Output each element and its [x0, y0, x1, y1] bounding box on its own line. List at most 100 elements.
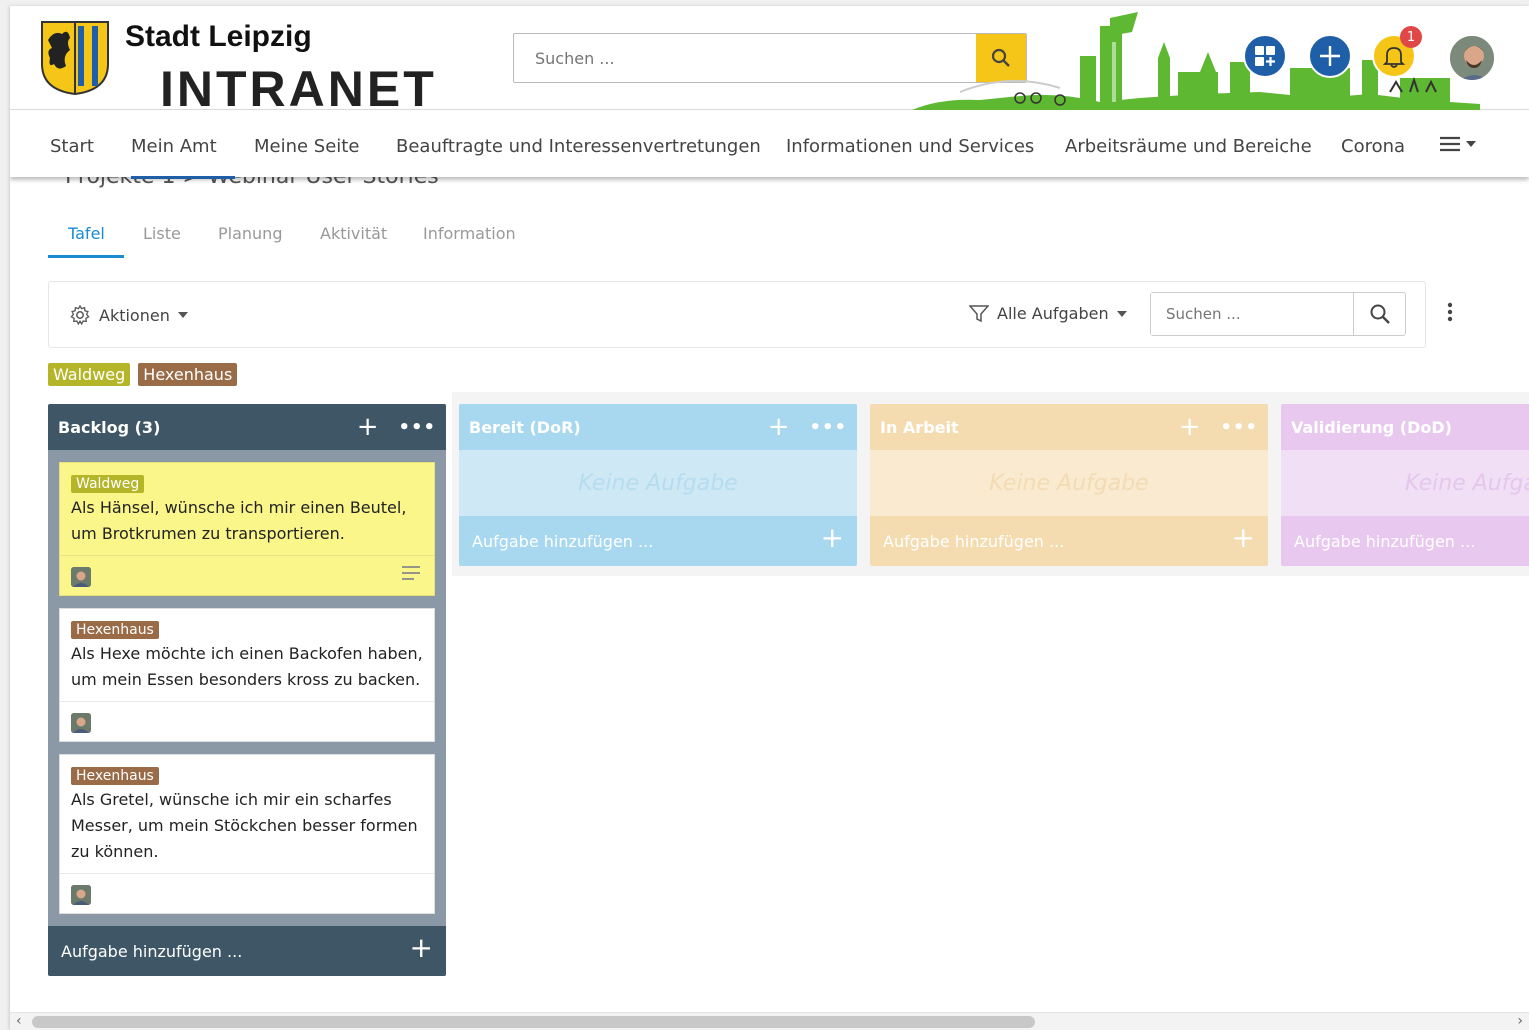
more-horizontal-icon[interactable]: •••: [809, 417, 847, 438]
nav-more-menu[interactable]: [1440, 136, 1476, 152]
more-vertical-icon: [1447, 302, 1453, 322]
task-card[interactable]: Hexenhaus Als Hexe möchte ich einen Back…: [59, 608, 435, 742]
column-title[interactable]: Bereit (DoR): [469, 418, 768, 437]
column-title[interactable]: In Arbeit: [880, 418, 1179, 437]
board-search-button[interactable]: [1353, 293, 1405, 335]
label-filter-row: Waldweg Hexenhaus: [48, 363, 238, 386]
card-label: Waldweg: [71, 475, 145, 493]
create-button[interactable]: [1308, 34, 1352, 78]
bell-icon: [1382, 47, 1406, 68]
notification-badge: 1: [1400, 26, 1422, 48]
gear-icon: [70, 304, 90, 326]
city-crest-icon[interactable]: [40, 20, 110, 96]
add-task-footer[interactable]: Aufgabe hinzufügen ... +: [459, 516, 857, 566]
add-task-footer[interactable]: Aufgabe hinzufügen ...: [1281, 516, 1529, 566]
nav-item-informationen[interactable]: Informationen und Services: [786, 136, 1034, 157]
apps-add-button[interactable]: [1243, 34, 1287, 78]
empty-column-placeholder: Keine Aufga: [1281, 450, 1529, 516]
more-horizontal-icon[interactable]: •••: [398, 417, 436, 438]
more-horizontal-icon[interactable]: •••: [1220, 417, 1258, 438]
plus-icon[interactable]: +: [1232, 524, 1255, 552]
add-task-footer[interactable]: Aufgabe hinzufügen ... +: [870, 516, 1268, 566]
column-title[interactable]: Validierung (DoD): [1291, 418, 1529, 437]
nav-item-corona[interactable]: Corona: [1341, 136, 1405, 157]
add-task-label: Aufgabe hinzufügen ...: [1294, 531, 1476, 551]
column-validation: Validierung (DoD) Keine Aufga Aufgabe hi…: [1281, 404, 1529, 566]
horizontal-scrollbar[interactable]: ‹ ›: [10, 1012, 1529, 1030]
board-search-input[interactable]: [1151, 293, 1353, 335]
add-task-plus-icon[interactable]: +: [768, 414, 790, 440]
add-task-plus-icon[interactable]: +: [357, 414, 379, 440]
board-options-button[interactable]: [1446, 302, 1454, 326]
tab-active-indicator: [48, 255, 124, 258]
column-header: In Arbeit + •••: [870, 404, 1268, 450]
board-toolbar: Aktionen Alle Aufgaben: [48, 281, 1426, 348]
nav-item-mein-amt[interactable]: Mein Amt: [131, 136, 217, 157]
board-search: [1150, 292, 1406, 336]
plus-icon[interactable]: +: [821, 524, 844, 552]
column-ready: Bereit (DoR) + ••• Keine Aufgabe Aufgabe…: [459, 404, 857, 566]
avatar-image: [71, 885, 91, 905]
header: Stadt Leipzig INTRANET Suchen ... 1: [10, 6, 1529, 114]
task-filter-dropdown[interactable]: Alle Aufgaben: [969, 304, 1127, 323]
task-card[interactable]: Hexenhaus Als Gretel, wünsche ich mir ei…: [59, 754, 435, 914]
label-filter-hexenhaus[interactable]: Hexenhaus: [138, 363, 238, 386]
avatar-image: [71, 713, 91, 733]
user-avatar[interactable]: [1448, 34, 1496, 82]
scroll-right-icon[interactable]: ›: [1517, 1013, 1523, 1029]
card-label: Hexenhaus: [71, 767, 159, 785]
add-task-plus-icon[interactable]: +: [1179, 414, 1201, 440]
card-footer: [60, 701, 434, 741]
plus-icon: [1320, 46, 1340, 66]
nav-item-meine-seite[interactable]: Meine Seite: [254, 136, 359, 157]
add-task-label: Aufgabe hinzufügen ...: [472, 531, 654, 551]
card-text: Als Gretel, wünsche ich mir ein scharfes…: [71, 790, 418, 861]
assignee-avatar[interactable]: [71, 567, 91, 587]
caret-down-icon: [1116, 310, 1127, 317]
column-header: Validierung (DoD): [1281, 404, 1529, 450]
actions-dropdown[interactable]: Aktionen: [69, 304, 188, 326]
tab-tafel[interactable]: Tafel: [68, 224, 105, 243]
assignee-avatar[interactable]: [71, 713, 91, 733]
filter-label: Alle Aufgaben: [997, 304, 1109, 323]
avatar-image: [1450, 36, 1494, 80]
avatar-image: [71, 567, 91, 587]
column-in-work: In Arbeit + ••• Keine Aufgabe Aufgabe hi…: [870, 404, 1268, 566]
card-text: Als Hänsel, wünsche ich mir einen Beutel…: [71, 498, 407, 543]
assignee-avatar[interactable]: [71, 885, 91, 905]
tab-aktivitaet[interactable]: Aktivität: [320, 224, 387, 243]
empty-column-placeholder: Keine Aufgabe: [870, 450, 1268, 516]
label-filter-waldweg[interactable]: Waldweg: [48, 363, 131, 386]
apps-add-icon: [1255, 46, 1275, 66]
tab-information[interactable]: Information: [423, 224, 516, 243]
column-title[interactable]: Backlog (3): [58, 418, 357, 437]
card-label: Hexenhaus: [71, 621, 159, 639]
card-footer: [60, 873, 434, 913]
hamburger-icon: [1440, 136, 1460, 152]
column-backlog: Backlog (3) + ••• Waldweg Als Hänsel, wü…: [48, 404, 446, 976]
nav-item-beauftragte[interactable]: Beauftragte und Interessenvertretungen: [396, 136, 761, 157]
tab-liste[interactable]: Liste: [143, 224, 181, 243]
scroll-left-icon[interactable]: ‹: [16, 1013, 22, 1029]
filter-icon: [969, 304, 989, 322]
add-task-label: Aufgabe hinzufügen ...: [61, 941, 243, 961]
plus-icon[interactable]: +: [410, 934, 433, 962]
add-task-footer[interactable]: Aufgabe hinzufügen ... +: [48, 926, 446, 976]
main-navigation: Start Mein Amt Meine Seite Beauftragte u…: [10, 110, 1529, 179]
card-footer: [60, 555, 434, 595]
nav-active-indicator: [131, 176, 235, 179]
tab-planung[interactable]: Planung: [218, 224, 282, 243]
caret-down-icon: [1466, 141, 1476, 147]
scrollbar-thumb[interactable]: [32, 1016, 1035, 1028]
description-icon: [402, 566, 420, 580]
caret-down-icon: [177, 312, 188, 318]
task-card[interactable]: Waldweg Als Hänsel, wünsche ich mir eine…: [59, 462, 435, 596]
brand-subtitle[interactable]: INTRANET: [160, 64, 437, 114]
nav-item-start[interactable]: Start: [50, 136, 94, 157]
column-header: Bereit (DoR) + •••: [459, 404, 857, 450]
add-task-label: Aufgabe hinzufügen ...: [883, 531, 1065, 551]
nav-item-arbeitsraeume[interactable]: Arbeitsräume und Bereiche: [1065, 136, 1312, 157]
actions-label: Aktionen: [99, 305, 170, 325]
card-text: Als Hexe möchte ich einen Backofen haben…: [71, 644, 423, 689]
brand-title[interactable]: Stadt Leipzig: [125, 20, 312, 54]
